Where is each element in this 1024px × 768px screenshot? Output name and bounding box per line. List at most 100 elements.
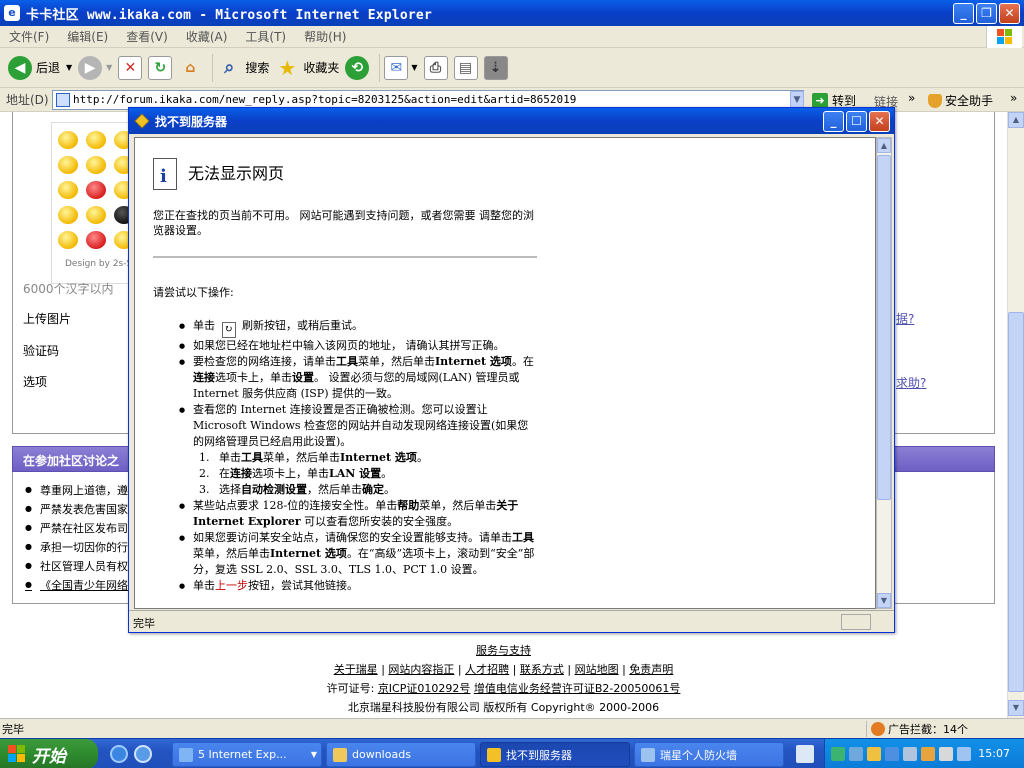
search-label: 搜索 (245, 61, 270, 75)
smiley-icon[interactable] (86, 156, 106, 174)
stop-button[interactable]: ✕ (118, 55, 143, 80)
smiley-icon[interactable] (58, 156, 78, 174)
mail-dropdown-icon[interactable]: ▼ (411, 63, 417, 72)
refresh-button[interactable]: ↻ (148, 55, 173, 80)
menu-tools[interactable]: 工具(T) (236, 28, 295, 45)
dialog-scroll-down-icon[interactable]: ▼ (877, 593, 891, 608)
dialog-scrollbar[interactable]: ▲ ▼ (876, 137, 892, 609)
footer-link-about[interactable]: 关于瑞星 (334, 663, 378, 676)
ad-block-indicator[interactable]: 广告拦截：14个 (866, 721, 968, 737)
smiley-icon[interactable] (86, 131, 106, 149)
dialog-titlebar[interactable]: 找不到服务器 _ ☐ ✕ (129, 108, 894, 134)
footer-separator: | (381, 663, 385, 676)
side-help-link[interactable]: 求助? (896, 374, 926, 391)
char-limit-label: 6000个汉字以内 (23, 282, 114, 296)
history-button[interactable]: ⟲ (345, 55, 370, 80)
edit-button[interactable]: ▤ (453, 55, 478, 80)
smiley-icon[interactable] (58, 206, 78, 224)
step-text: 选择 (219, 483, 241, 496)
connection-icon[interactable] (957, 747, 971, 761)
close-button[interactable]: ✕ (999, 3, 1020, 24)
scroll-up-icon[interactable]: ▲ (1008, 112, 1024, 128)
side-help-link[interactable]: 据? (896, 310, 914, 327)
footer-link-jobs[interactable]: 人才招聘 (465, 663, 509, 676)
dialog-close-button[interactable]: ✕ (869, 111, 890, 132)
footer-link-sitemap[interactable]: 网站地图 (575, 663, 619, 676)
monitor-icon[interactable] (849, 747, 863, 761)
dialog-scroll-up-icon[interactable]: ▲ (877, 138, 891, 153)
grid-icon[interactable] (903, 747, 917, 761)
forward-button[interactable]: ▶ ▼ (78, 55, 112, 80)
toolbar-extra-button[interactable]: ⇣ (483, 55, 508, 80)
task-ie-group[interactable]: 5 Internet Exp... ▼ (172, 742, 322, 767)
dialog-status-text: 完毕 (133, 617, 155, 630)
rising-antivirus-icon[interactable] (885, 747, 899, 761)
footer-link-contact[interactable]: 联系方式 (520, 663, 564, 676)
scroll-down-icon[interactable]: ▼ (1008, 700, 1024, 716)
task-downloads[interactable]: downloads (326, 742, 476, 767)
back-button[interactable]: ◀ 后退 ▼ (8, 55, 72, 80)
smiley-icon[interactable] (86, 181, 106, 199)
home-icon: ⌂ (185, 59, 196, 76)
step-emphasis: Internet 选项 (340, 451, 417, 464)
task-label: 5 Internet Exp... (198, 748, 287, 761)
step-text: 。 (416, 451, 428, 464)
favorites-button[interactable]: ★ 收藏夹 (275, 56, 339, 80)
menu-edit[interactable]: 编辑(E) (58, 28, 117, 45)
dialog-title: 找不到服务器 (155, 114, 228, 129)
task-error-dialog[interactable]: 找不到服务器 (480, 742, 630, 767)
task-firewall[interactable]: 瑞星个人防火墙 (634, 742, 784, 767)
footer-link-disclaimer[interactable]: 免责声明 (629, 663, 673, 676)
suggestion-list: 单击 ↻ 刷新按钮，或稍后重试。 如果您已经在地址栏中输入该网页的地址， 请确认… (179, 318, 539, 594)
footer-link-content-report[interactable]: 网站内容指正 (388, 663, 454, 676)
page-scrollbar[interactable]: ▲ ▼ (1007, 112, 1024, 718)
keyboard-icon[interactable] (796, 745, 814, 763)
print-button[interactable]: ⎙ (423, 55, 448, 80)
dialog-minimize-button[interactable]: _ (823, 111, 844, 132)
home-button[interactable]: ⌂ (178, 56, 202, 80)
back-link[interactable]: 上一步 (215, 579, 248, 592)
smiley-icon[interactable] (58, 131, 78, 149)
network-icon[interactable] (831, 747, 845, 761)
smiley-icon[interactable] (58, 231, 78, 249)
search-button[interactable]: ⌕ 搜索 (217, 56, 269, 80)
dialog-maximize-button[interactable]: ☐ (846, 111, 867, 132)
quicklaunch-browser-icon[interactable] (134, 745, 152, 763)
links-more-chevron[interactable]: » (908, 91, 915, 105)
menu-help[interactable]: 帮助(H) (295, 28, 355, 45)
firewall-tray-icon[interactable] (921, 747, 935, 761)
step-text: 选项卡上，单击 (252, 467, 329, 480)
security-shield-icon[interactable] (867, 747, 881, 761)
smiley-icon[interactable] (86, 231, 106, 249)
quicklaunch-ie-icon[interactable] (110, 745, 128, 763)
smiley-icon[interactable] (86, 206, 106, 224)
restore-button[interactable]: ❐ (976, 3, 997, 24)
suggestion-text: 可以查看您所安装的安全强度。 (300, 515, 459, 528)
security-helper-button[interactable]: 安全助手 (928, 92, 993, 109)
support-link[interactable]: 服务与支持 (476, 644, 531, 657)
step-emphasis: 工具 (241, 451, 263, 464)
smiley-icon[interactable] (58, 181, 78, 199)
menu-file[interactable]: 文件(F) (0, 28, 58, 45)
volume-icon[interactable] (939, 747, 953, 761)
sub-steps: 1. 单击工具菜单，然后单击Internet 选项。 2. 在连接选项卡上，单击… (179, 450, 539, 498)
addressbar-more-chevron[interactable]: » (1010, 91, 1017, 105)
start-button[interactable]: 开始 (0, 739, 98, 768)
rule-item: 严禁发表危害国家 (25, 501, 128, 517)
menu-view[interactable]: 查看(V) (117, 28, 177, 45)
suggestion-text: 按钮，尝试其他链接。 (248, 579, 358, 592)
dialog-scroll-thumb[interactable] (877, 155, 891, 500)
icp-link[interactable]: 京ICP证010292号 (378, 682, 471, 695)
forward-arrow-icon: ▶ (78, 55, 103, 80)
address-dropdown-icon[interactable]: ▼ (790, 91, 804, 108)
scroll-thumb[interactable] (1008, 312, 1024, 692)
minimize-button[interactable]: _ (953, 3, 974, 24)
forward-dropdown-icon[interactable]: ▼ (106, 63, 112, 72)
rule-item-link[interactable]: 《全国青少年网络 (25, 577, 128, 593)
favorites-label: 收藏夹 (303, 61, 340, 75)
back-dropdown-icon[interactable]: ▼ (66, 63, 72, 72)
mail-button[interactable]: ✉ ▼ (384, 55, 418, 80)
license-link[interactable]: 增值电信业务经营许可证B2-20050061号 (474, 682, 681, 695)
ie-window-titlebar[interactable]: e 卡卡社区 www.ikaka.com - Microsoft Interne… (0, 0, 1024, 26)
menu-favorites[interactable]: 收藏(A) (177, 28, 237, 45)
